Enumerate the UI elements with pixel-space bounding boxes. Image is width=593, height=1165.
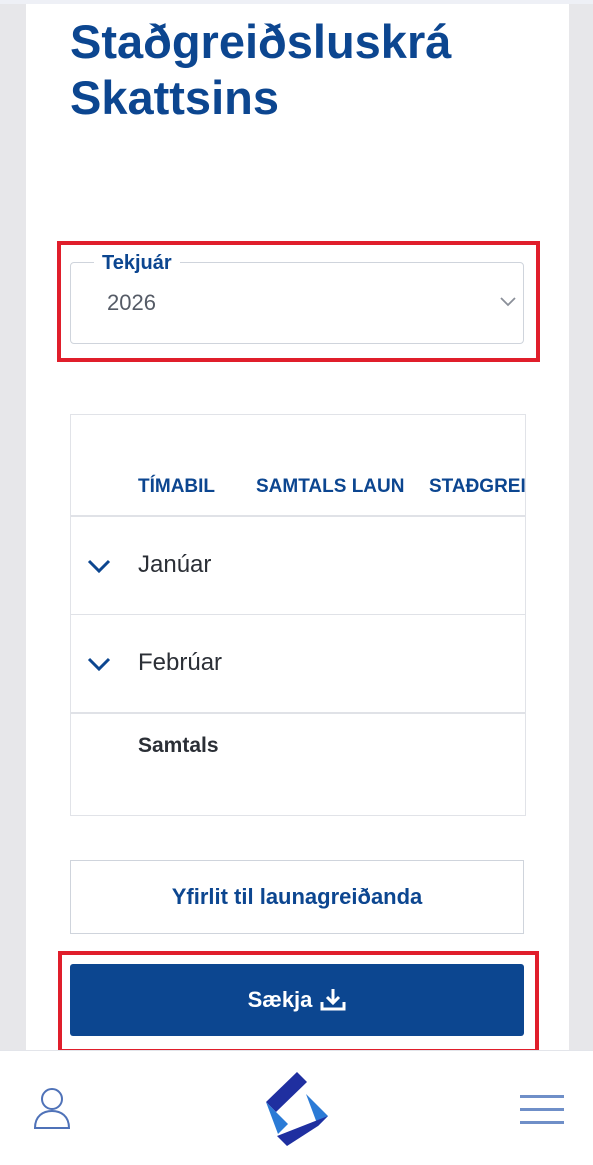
table-header-row: TÍMABIL SAMTALS LAUN STAÐGREI (71, 470, 525, 504)
column-header-withholding[interactable]: STAÐGREI (429, 476, 525, 498)
table-row-january[interactable]: Janúar (138, 550, 211, 580)
year-select-label: Tekjuár (94, 250, 180, 276)
skatturinn-logo-icon[interactable] (258, 1070, 336, 1148)
table-header-divider (71, 515, 525, 517)
download-icon (320, 989, 346, 1011)
overview-button-label: Yfirlit til launagreiðanda (171, 884, 423, 909)
chevron-down-icon[interactable] (86, 655, 112, 673)
user-icon[interactable] (32, 1086, 72, 1130)
chevron-down-icon[interactable] (498, 295, 518, 309)
row-divider (71, 614, 525, 615)
column-header-period[interactable]: TÍMABIL (138, 476, 215, 498)
column-header-total-wages[interactable]: SAMTALS LAUN (256, 476, 404, 498)
year-select-value[interactable]: 2026 (107, 288, 156, 318)
table-row-february[interactable]: Febrúar (138, 648, 222, 678)
download-button-label: Sækja (247, 987, 313, 1012)
chevron-down-icon[interactable] (86, 557, 112, 575)
download-button[interactable]: Sækja (70, 964, 524, 1036)
page-title: Staðgreiðsluskrá Skattsins (70, 14, 550, 126)
page-title-line1: Staðgreiðsluskrá (70, 15, 452, 68)
hamburger-menu-icon[interactable] (520, 1092, 564, 1128)
page-title-line2: Skattsins (70, 71, 279, 124)
total-divider (71, 712, 525, 714)
table-total-label: Samtals (138, 734, 219, 757)
overview-to-employer-button[interactable]: Yfirlit til launagreiðanda (70, 860, 524, 934)
